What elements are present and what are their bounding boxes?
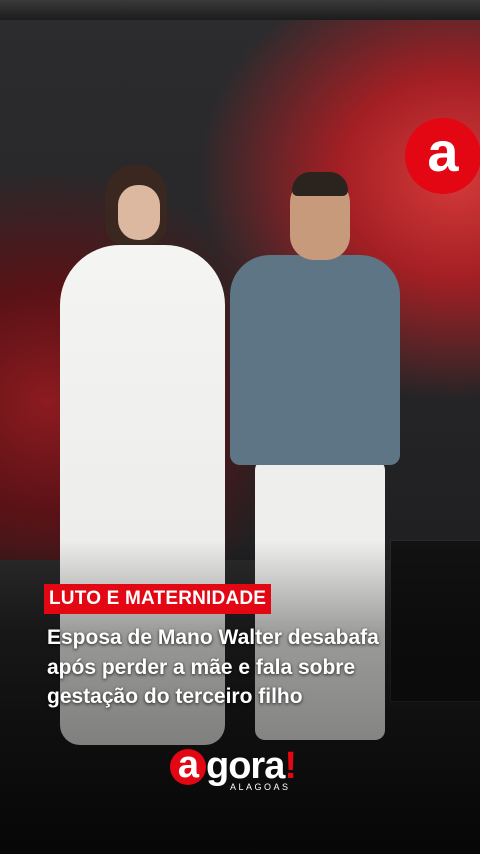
- agora-alagoas-logo: a gora! ALAGOAS: [170, 746, 320, 796]
- agora-logo-badge: a: [405, 118, 480, 194]
- man-hair: [292, 172, 348, 196]
- man-blue-shirt: [230, 255, 400, 465]
- headline-line-1: Esposa de Mano Walter desabafa: [47, 626, 379, 649]
- brand-subtitle: ALAGOAS: [230, 782, 291, 792]
- headline-line-2: após perder a mãe e fala sobre: [47, 655, 356, 679]
- brand-exclamation: !: [284, 745, 297, 787]
- headline-line-3: gestação do terceiro filho: [47, 685, 303, 708]
- story-frame: a LUTO E MATERNIDADE Esposa de Mano Walt…: [0, 0, 480, 854]
- brand-wordmark: a gora!: [170, 745, 297, 787]
- stage-truss: [0, 0, 480, 20]
- brand-rest: gora: [206, 745, 285, 787]
- headline: Esposa de Mano Walter desabafa após perd…: [47, 623, 467, 712]
- brand-a-circle: a: [170, 746, 206, 785]
- woman-face: [118, 185, 160, 240]
- category-tag: LUTO E MATERNIDADE: [44, 584, 272, 614]
- logo-badge-letter: a: [427, 120, 459, 183]
